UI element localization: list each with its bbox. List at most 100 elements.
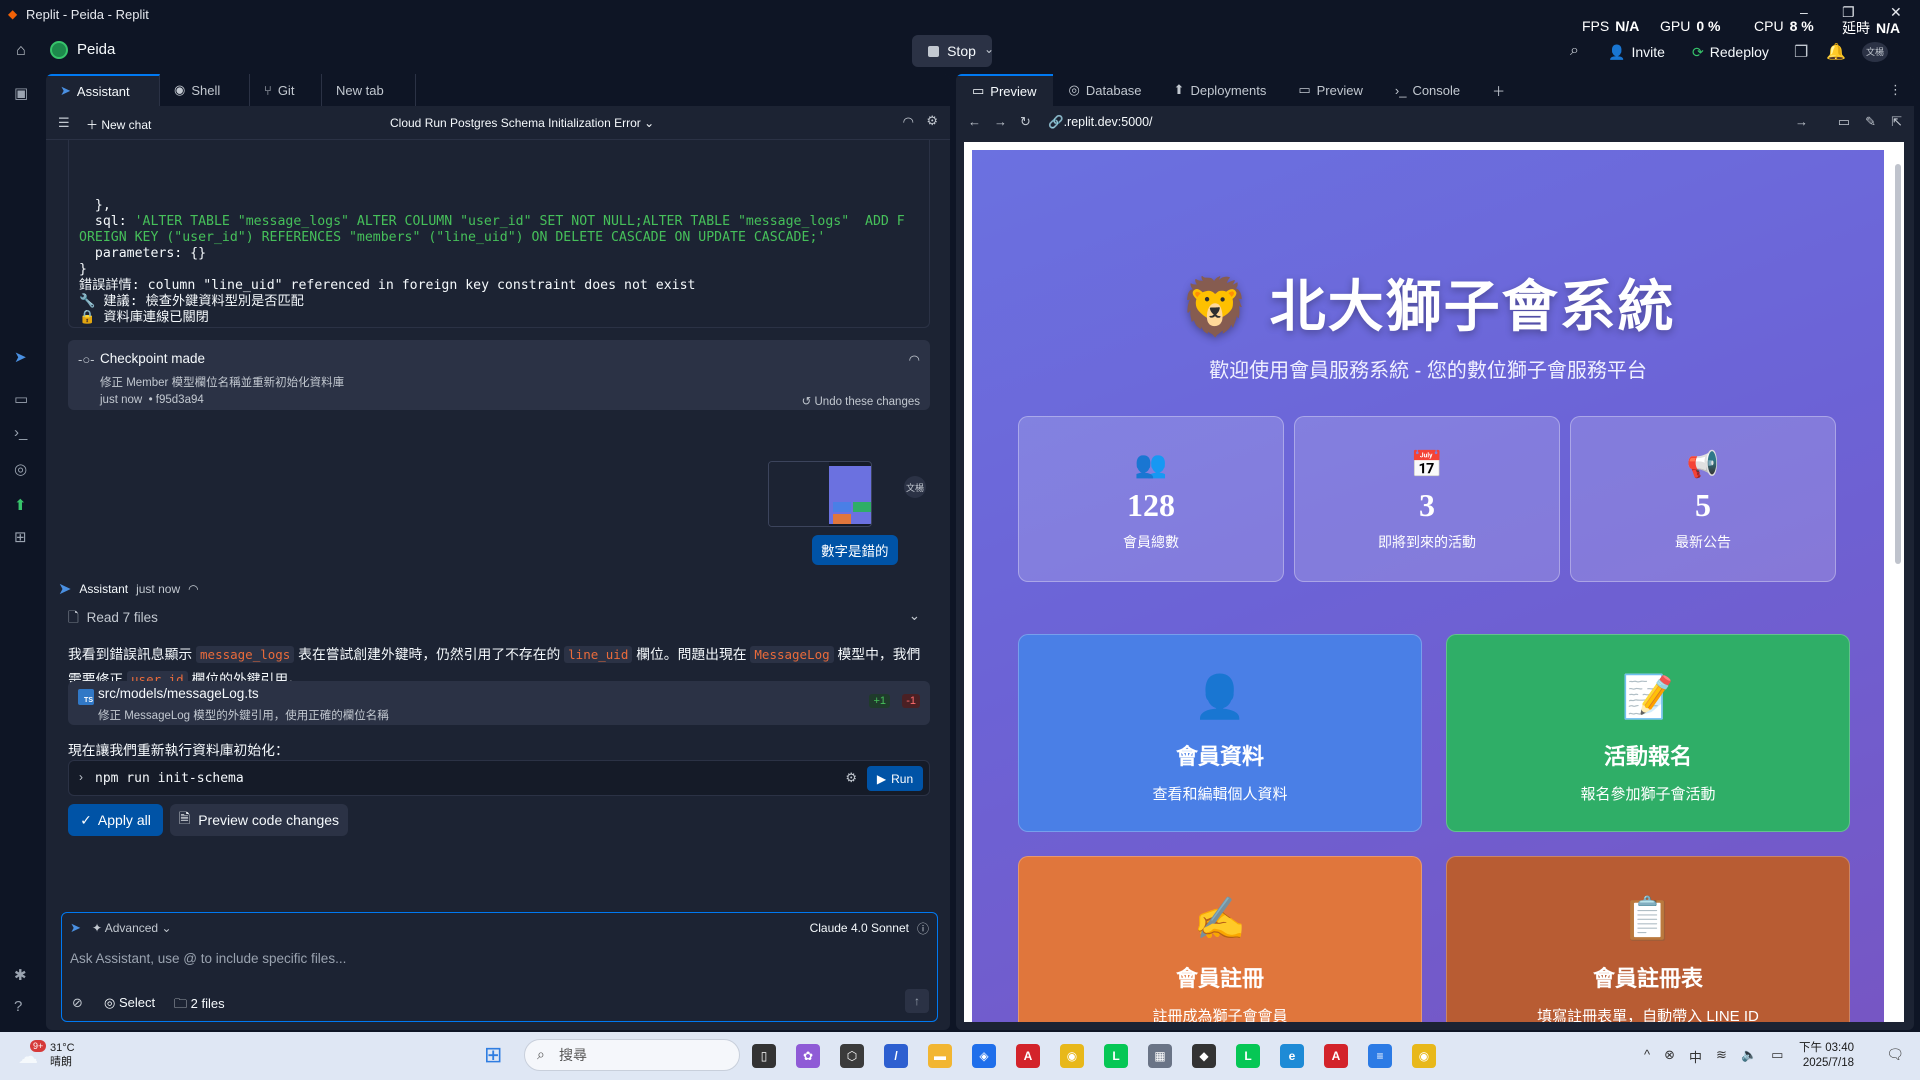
- security-icon[interactable]: ⊗: [1664, 1047, 1675, 1066]
- card-register-form[interactable]: 📋 會員註冊表 填寫註冊表單，自動帶入 LINE ID: [1446, 856, 1850, 1022]
- model-selector[interactable]: Claude 4.0 Sonnet: [810, 921, 909, 935]
- taskbar-search[interactable]: ⌕ 搜尋: [524, 1039, 740, 1071]
- tab-preview-2[interactable]: ▭ Preview: [1282, 74, 1379, 106]
- undo-button[interactable]: ↺ Undo these changes: [802, 394, 920, 408]
- tab-shell[interactable]: ◉ Shell: [160, 74, 250, 106]
- devtools-icon[interactable]: ✎: [1865, 114, 1876, 130]
- open-external-icon[interactable]: ⇱: [1891, 114, 1902, 130]
- scrollbar[interactable]: [1895, 164, 1901, 564]
- gear-icon[interactable]: ⚙: [926, 113, 938, 129]
- assistant-icon[interactable]: ➤: [14, 348, 27, 366]
- folder-icon[interactable]: ▬: [928, 1044, 952, 1068]
- ime-indicator[interactable]: 中: [1689, 1047, 1702, 1066]
- send-button[interactable]: ↑: [905, 989, 929, 1013]
- app-icon[interactable]: ⬡: [840, 1044, 864, 1068]
- file-change-card[interactable]: TS src/models/messageLog.ts 修正 MessageLo…: [68, 681, 930, 725]
- apps-icon[interactable]: ⊞: [14, 528, 27, 546]
- url-input[interactable]: 🔗.replit.dev:5000/: [1048, 115, 1153, 130]
- gauge-icon[interactable]: ◠: [903, 114, 914, 130]
- files-button[interactable]: 🗀 2 files: [174, 995, 225, 1017]
- apply-all-button[interactable]: ✓ Apply all: [68, 804, 163, 836]
- attached-screenshot[interactable]: [768, 461, 872, 527]
- pdf-icon[interactable]: A: [1324, 1044, 1348, 1068]
- device-icon[interactable]: ▭: [1838, 114, 1850, 130]
- preview-changes-button[interactable]: 🗎 Preview code changes: [170, 804, 348, 836]
- more-icon[interactable]: ⋮: [1889, 82, 1902, 98]
- card-member-profile[interactable]: 👤 會員資料 查看和編輯個人資料: [1018, 634, 1422, 832]
- read-files-toggle[interactable]: 🗋 Read 7 files ⌄: [68, 608, 930, 634]
- back-icon[interactable]: ←: [968, 114, 981, 129]
- settings-icon[interactable]: ⚙: [845, 770, 857, 786]
- editor-icon[interactable]: /: [884, 1044, 908, 1068]
- tab-console[interactable]: ›_ Console: [1379, 74, 1476, 106]
- preview-icon[interactable]: ▭: [14, 390, 28, 408]
- battery-icon[interactable]: ▭: [1771, 1047, 1783, 1066]
- tab-database[interactable]: ◎ Database: [1053, 74, 1158, 106]
- volume-icon[interactable]: 🔈: [1741, 1047, 1757, 1066]
- weather-widget[interactable]: 31°C 晴朗: [50, 1041, 75, 1069]
- files-icon[interactable]: ▣: [14, 84, 28, 102]
- advanced-toggle[interactable]: ✦ Advanced ⌄: [92, 921, 172, 935]
- chrome-icon[interactable]: ◉: [1060, 1044, 1084, 1068]
- replit-app-icon[interactable]: ◆: [1192, 1044, 1216, 1068]
- chat-title[interactable]: Cloud Run Postgres Schema Initialization…: [390, 116, 654, 130]
- calculator-icon[interactable]: ▦: [1148, 1044, 1172, 1068]
- deploy-icon[interactable]: ⬆: [14, 496, 27, 514]
- attach-icon[interactable]: ⊘: [72, 995, 83, 1011]
- run-button[interactable]: ▶ Run: [867, 766, 923, 791]
- gauge-icon[interactable]: ◠: [188, 582, 198, 596]
- tab-git[interactable]: ⑂ Git: [250, 74, 322, 106]
- shell-icon[interactable]: ›_: [14, 424, 27, 441]
- minimize-icon[interactable]: –: [1800, 4, 1808, 20]
- chevron-up-icon[interactable]: ^: [1644, 1047, 1650, 1066]
- forward-icon[interactable]: →: [994, 114, 1007, 129]
- help-icon[interactable]: ?: [14, 998, 22, 1015]
- bug-icon[interactable]: ✱: [14, 966, 27, 984]
- dropbox-icon[interactable]: ◈: [972, 1044, 996, 1068]
- line-icon[interactable]: L: [1236, 1044, 1260, 1068]
- notification-icon[interactable]: 🗨: [1886, 1046, 1904, 1063]
- tab-assistant[interactable]: ➤ Assistant: [46, 74, 160, 106]
- card-event-signup[interactable]: 📝 活動報名 報名參加獅子會活動: [1446, 634, 1850, 832]
- avatar[interactable]: 文楊: [1862, 42, 1888, 62]
- gauge-icon[interactable]: ◠: [909, 352, 920, 368]
- added-count: +1: [869, 694, 890, 708]
- edge-icon[interactable]: e: [1280, 1044, 1304, 1068]
- tab-preview[interactable]: ▭ Preview: [956, 74, 1053, 106]
- megaphone-icon: 📢: [1686, 449, 1720, 479]
- wifi-icon[interactable]: ≋: [1716, 1047, 1727, 1066]
- tab-deployments[interactable]: ⬆ Deployments: [1158, 74, 1283, 106]
- search-icon[interactable]: ⌕: [1570, 42, 1579, 60]
- copilot-icon[interactable]: ✿: [796, 1044, 820, 1068]
- restore-icon[interactable]: ❐: [1842, 4, 1855, 21]
- add-tab-button[interactable]: ＋: [1476, 74, 1521, 106]
- task-view-icon[interactable]: ▯: [752, 1044, 776, 1068]
- card-member-register[interactable]: ✍️ 會員註冊 註冊成為獅子會會員: [1018, 856, 1422, 1022]
- chrome-icon[interactable]: ◉: [1412, 1044, 1436, 1068]
- chat-input[interactable]: Ask Assistant, use @ to include specific…: [70, 951, 346, 966]
- acrobat-icon[interactable]: A: [1016, 1044, 1040, 1068]
- windows-start-icon[interactable]: ⊞: [484, 1042, 502, 1068]
- clock[interactable]: 下午 03:40 2025/7/18: [1799, 1041, 1854, 1071]
- invite-button[interactable]: 👤 Invite: [1608, 38, 1665, 66]
- info-icon[interactable]: ⓘ: [917, 920, 929, 937]
- notepad-icon[interactable]: ≡: [1368, 1044, 1392, 1068]
- menu-icon[interactable]: ☰: [58, 115, 70, 131]
- user-message: 數字是錯的: [812, 535, 898, 565]
- new-chat-button[interactable]: ＋ New chat: [86, 116, 151, 133]
- refresh-icon[interactable]: ↻: [1020, 114, 1031, 130]
- home-icon[interactable]: ⌂: [16, 42, 26, 60]
- select-button[interactable]: ◎ Select: [104, 995, 155, 1011]
- repl-name[interactable]: Peida: [77, 41, 115, 58]
- close-icon[interactable]: ✕: [1890, 4, 1902, 21]
- chevron-right-icon[interactable]: ›: [79, 770, 83, 784]
- stop-button[interactable]: Stop: [912, 35, 992, 67]
- database-icon[interactable]: ◎: [14, 460, 27, 478]
- arrow-right-icon[interactable]: →: [1795, 114, 1808, 129]
- tab-new[interactable]: New tab: [322, 74, 416, 106]
- redeploy-button[interactable]: ⟳ Redeploy: [1692, 38, 1769, 66]
- line-icon[interactable]: L: [1104, 1044, 1128, 1068]
- bell-icon[interactable]: 🔔: [1826, 42, 1846, 62]
- copy-icon[interactable]: ❐: [1794, 42, 1808, 62]
- chevron-down-icon[interactable]: ⌄: [984, 42, 994, 56]
